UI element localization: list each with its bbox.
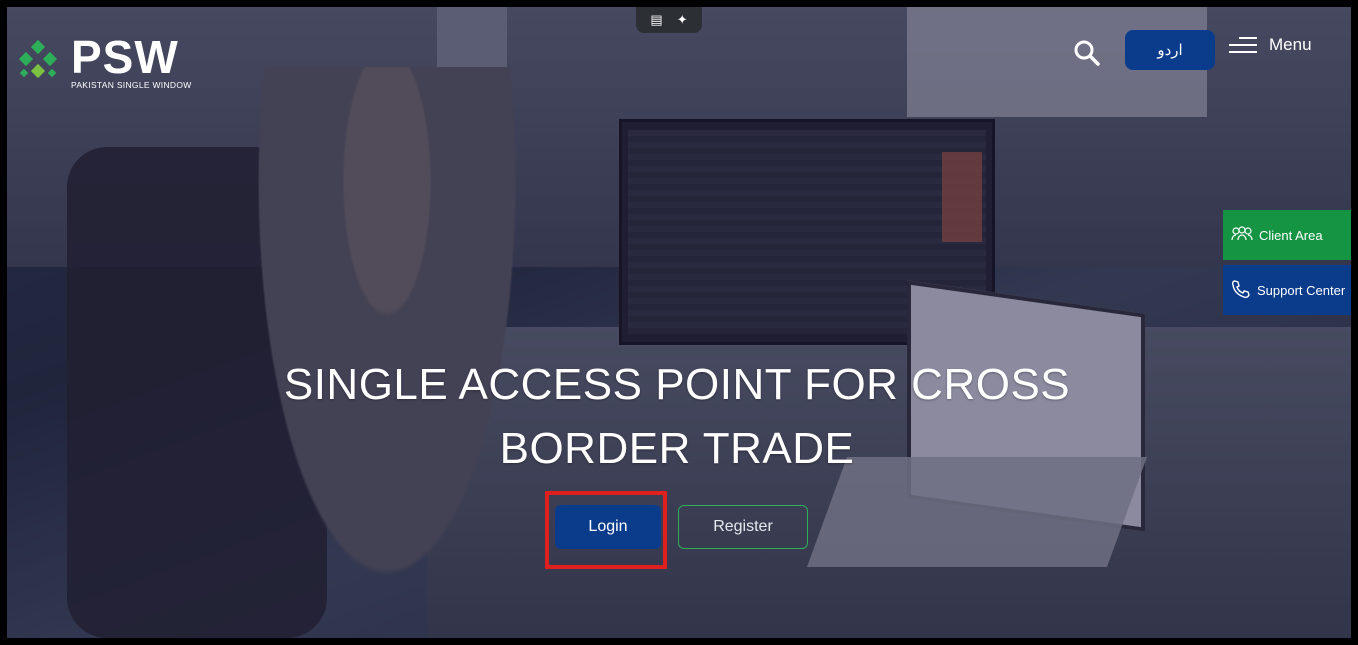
menu-label: Menu	[1269, 35, 1312, 54]
menu-button[interactable]: Menu	[1229, 35, 1312, 55]
support-center-button[interactable]: Support Center	[1223, 265, 1351, 315]
logo-wordmark: PSW	[71, 31, 179, 83]
logo-subtitle: PAKISTAN SINGLE WINDOW	[71, 80, 192, 90]
video-controls: ▤ ✦	[636, 7, 702, 33]
client-area-label: Client Area	[1259, 227, 1323, 243]
search-icon[interactable]	[1073, 39, 1101, 67]
hero-section: PSW PAKISTAN SINGLE WINDOW ▤ ✦ اردو Menu…	[7, 7, 1351, 638]
phone-icon	[1231, 279, 1251, 302]
psw-logo-icon	[15, 39, 61, 86]
sparkle-icon[interactable]: ✦	[677, 12, 688, 28]
camera-icon[interactable]: ▤	[650, 12, 662, 28]
psw-logo[interactable]: PSW PAKISTAN SINGLE WINDOW	[15, 31, 192, 90]
support-center-label: Support Center	[1257, 282, 1346, 298]
hero-headline: SINGLE ACCESS POINT FOR CROSS BORDER TRA…	[283, 360, 1071, 473]
language-toggle-button[interactable]: اردو	[1125, 30, 1215, 70]
login-button[interactable]: Login	[555, 505, 661, 549]
users-icon	[1231, 225, 1253, 245]
client-area-button[interactable]: Client Area	[1223, 210, 1351, 260]
register-button[interactable]: Register	[678, 505, 808, 549]
hamburger-menu-icon	[1229, 35, 1257, 55]
